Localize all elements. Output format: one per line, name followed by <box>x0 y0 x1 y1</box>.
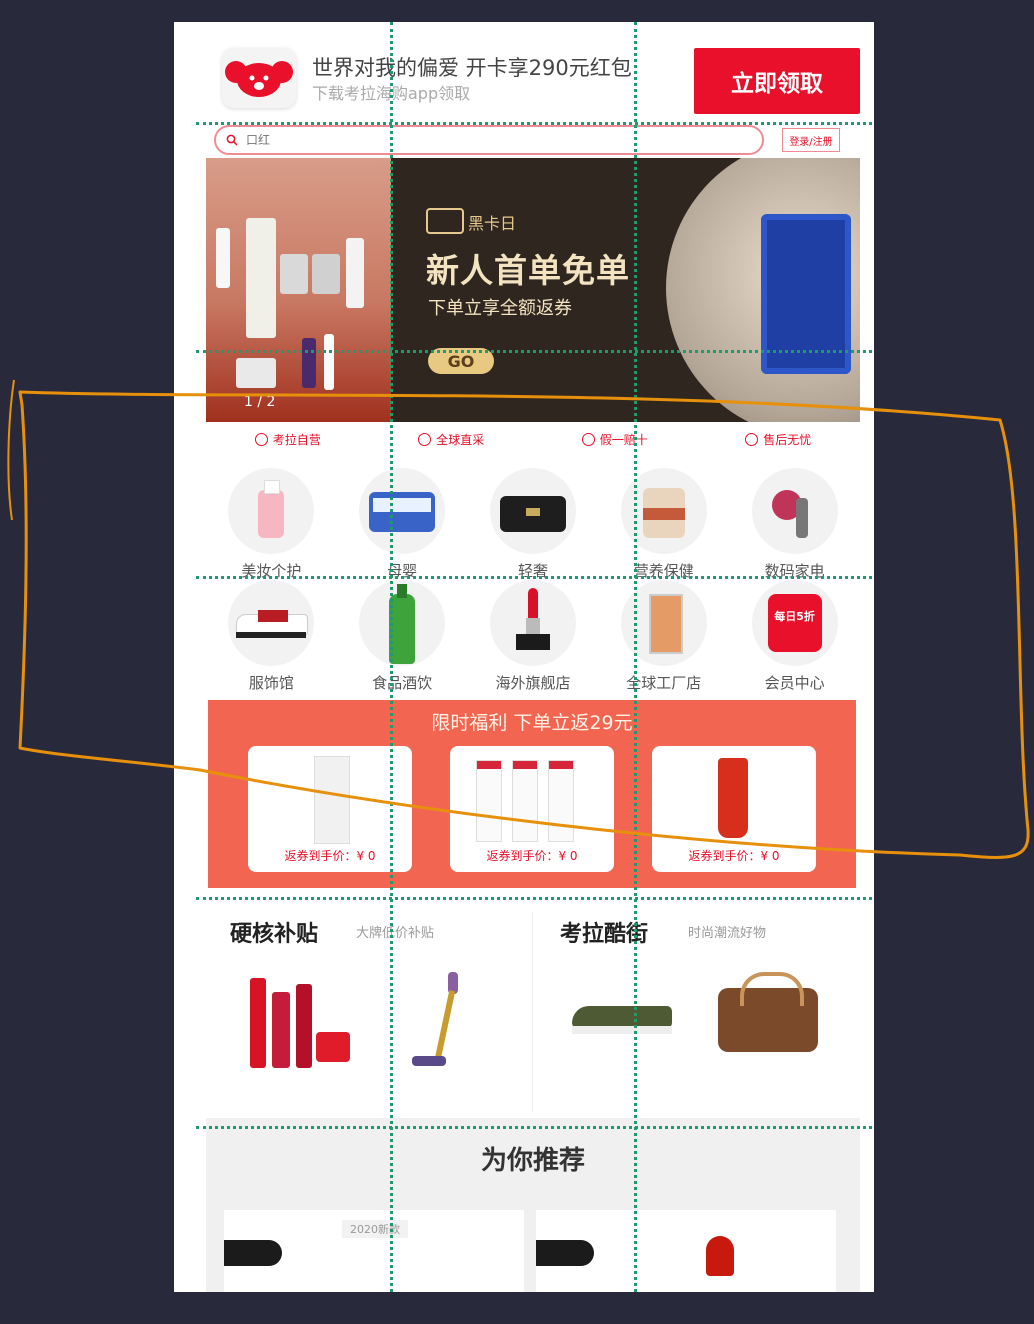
annotation-scribble <box>7 379 1030 859</box>
